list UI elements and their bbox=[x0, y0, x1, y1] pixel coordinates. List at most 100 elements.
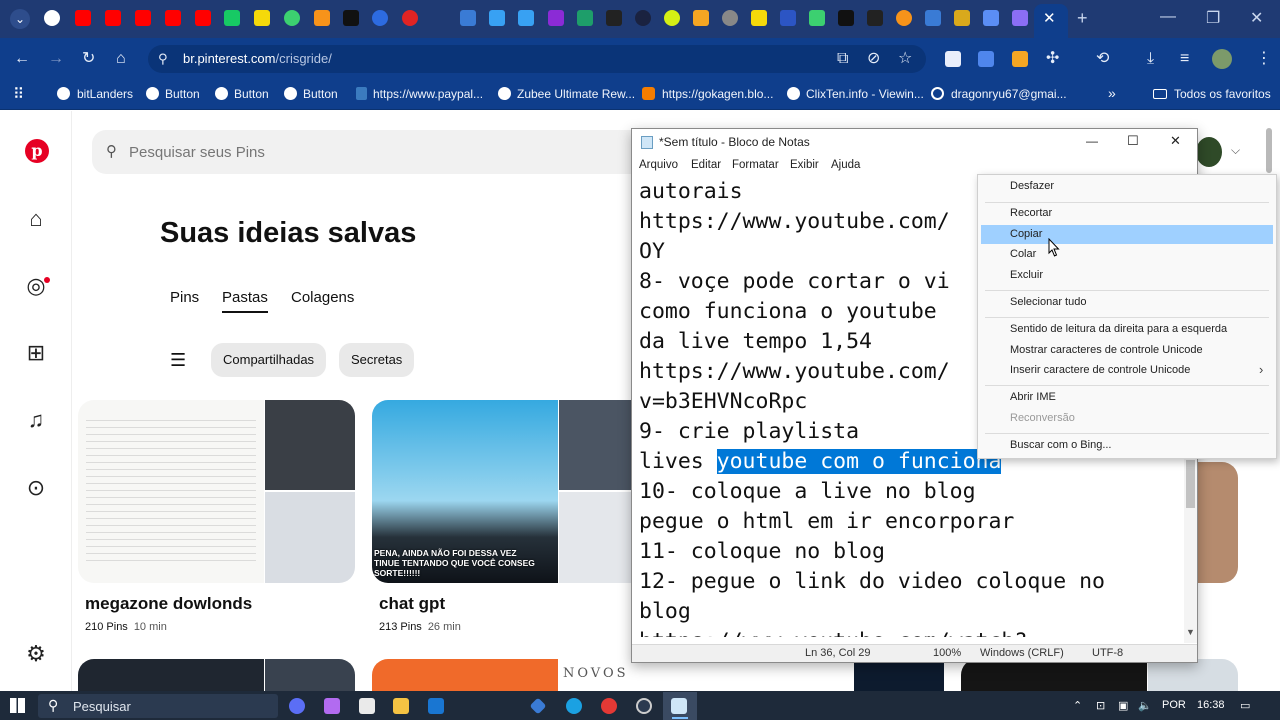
tracking-icon[interactable]: ⊘ bbox=[867, 50, 880, 68]
site-tab-icon[interactable] bbox=[722, 10, 738, 26]
board-title-megazone[interactable]: megazone dowlonds bbox=[85, 594, 252, 614]
board-cover-row2[interactable] bbox=[78, 659, 264, 691]
bookmark-button-1[interactable]: Button bbox=[165, 87, 200, 101]
board-cover-row2[interactable] bbox=[854, 659, 944, 691]
translate-extension-icon[interactable] bbox=[978, 51, 994, 67]
tab-pastas[interactable]: Pastas bbox=[222, 289, 268, 306]
site-tab-icon[interactable] bbox=[518, 10, 534, 26]
chip-compartilhadas[interactable]: Compartilhadas bbox=[211, 343, 327, 377]
pinterest-logo-icon[interactable]: p bbox=[25, 139, 49, 163]
notifications-bell-icon[interactable]: ♫ bbox=[22, 406, 50, 434]
ctx-excluir[interactable]: Excluir bbox=[1010, 269, 1043, 281]
bookmark-gokagen[interactable]: https://gokagen.blo... bbox=[662, 87, 773, 101]
home-icon[interactable]: ⌂ bbox=[116, 50, 126, 68]
site-tab-icon[interactable] bbox=[489, 10, 505, 26]
youtube-tab-icon[interactable] bbox=[75, 10, 91, 26]
download-icon[interactable]: ⤓ bbox=[1147, 50, 1154, 68]
menu-formatar[interactable]: Formatar bbox=[732, 159, 779, 171]
back-icon[interactable]: ← bbox=[14, 50, 30, 68]
all-favorites-folder[interactable]: Todos os favoritos bbox=[1174, 87, 1271, 101]
site-tab-icon[interactable] bbox=[780, 10, 796, 26]
site-tab-icon[interactable] bbox=[867, 10, 883, 26]
taskbar-app-icon[interactable] bbox=[359, 698, 375, 714]
ctx-buscar-bing[interactable]: Buscar com o Bing... bbox=[1010, 439, 1112, 451]
arrow-tab-icon[interactable] bbox=[314, 10, 330, 26]
ctx-rtl-reading[interactable]: Sentido de leitura da direita para a esq… bbox=[1010, 323, 1227, 335]
bitcoin-tab-icon[interactable] bbox=[896, 10, 912, 26]
menu-exibir[interactable]: Exibir bbox=[790, 159, 819, 171]
chrome-tab-icon[interactable] bbox=[44, 10, 60, 26]
site-tab-icon[interactable] bbox=[548, 10, 564, 26]
site-tab-icon[interactable] bbox=[809, 10, 825, 26]
more-menu-icon[interactable]: ⋮ bbox=[1256, 50, 1272, 68]
chip-secretas[interactable]: Secretas bbox=[339, 343, 415, 377]
ctx-insert-unicode-control[interactable]: Inserir caractere de controle Unicode bbox=[1010, 364, 1190, 376]
youtube-tab-icon[interactable] bbox=[135, 10, 151, 26]
tray-volume-icon[interactable]: 🔈 bbox=[1138, 699, 1152, 712]
menu-ajuda[interactable]: Ajuda bbox=[831, 159, 860, 171]
ctx-abrir-ime[interactable]: Abrir IME bbox=[1010, 391, 1056, 403]
play-tab-icon[interactable] bbox=[224, 10, 240, 26]
ctx-selecionar-tudo[interactable]: Selecionar tudo bbox=[1010, 296, 1086, 308]
bookmark-star-icon[interactable]: ☆ bbox=[898, 50, 912, 68]
page-scrollbar[interactable] bbox=[1266, 128, 1272, 173]
tab-colagens[interactable]: Colagens bbox=[291, 289, 354, 306]
tray-clock[interactable]: 16:38 bbox=[1197, 699, 1225, 711]
bookmark-button-2[interactable]: Button bbox=[234, 87, 269, 101]
url-text[interactable]: br.pinterest.com/crisgride/ bbox=[183, 51, 332, 66]
reload-icon[interactable]: ↻ bbox=[82, 50, 95, 68]
profile-avatar[interactable] bbox=[1212, 49, 1232, 69]
red-tab-icon[interactable] bbox=[402, 10, 418, 26]
user-avatar[interactable] bbox=[1196, 137, 1222, 167]
minimize-window-icon[interactable]: — bbox=[1160, 8, 1176, 26]
tray-chevron-up-icon[interactable]: ⌃ bbox=[1073, 699, 1082, 712]
install-app-icon[interactable]: ⧉ bbox=[837, 50, 848, 68]
tab-pins[interactable]: Pins bbox=[170, 289, 199, 306]
site-tab-icon[interactable] bbox=[635, 10, 651, 26]
bookmark-clixten[interactable]: ClixTen.info - Viewin... bbox=[806, 87, 924, 101]
history-icon[interactable]: ⟲ bbox=[1096, 50, 1109, 68]
reading-list-icon[interactable]: ≡ bbox=[1180, 50, 1189, 68]
messages-icon[interactable]: ⊙ bbox=[22, 474, 50, 502]
menu-editar[interactable]: Editar bbox=[691, 159, 721, 171]
site-tab-icon[interactable] bbox=[693, 10, 709, 26]
forward-icon[interactable]: → bbox=[48, 50, 64, 68]
taskbar-chrome-icon[interactable] bbox=[601, 698, 617, 714]
notepad-close-icon[interactable]: ✕ bbox=[1170, 133, 1181, 149]
shield-tab-icon[interactable] bbox=[954, 10, 970, 26]
tab-list-icon[interactable]: ⌄ bbox=[10, 9, 30, 29]
scroll-down-icon[interactable]: ▼ bbox=[1186, 627, 1195, 637]
taskbar-app-icon[interactable] bbox=[324, 698, 340, 714]
taskbar-explorer-icon[interactable] bbox=[393, 698, 409, 714]
taskbar-edge-icon[interactable] bbox=[566, 698, 582, 714]
site-tab-icon[interactable] bbox=[664, 10, 680, 26]
close-tab-icon[interactable]: ✕ bbox=[1043, 9, 1056, 27]
create-plus-icon[interactable]: ⊞ bbox=[22, 339, 50, 367]
youtube-tab-icon[interactable] bbox=[105, 10, 121, 26]
ctx-recortar[interactable]: Recortar bbox=[1010, 207, 1052, 219]
board-cover-row2[interactable] bbox=[961, 659, 1147, 691]
tray-app-icon[interactable]: ▣ bbox=[1118, 699, 1128, 712]
bookmark-button-3[interactable]: Button bbox=[303, 87, 338, 101]
bookmark-bitlanders[interactable]: bitLanders bbox=[77, 87, 133, 101]
scroll-thumb[interactable] bbox=[1186, 460, 1195, 508]
filter-sliders-icon[interactable]: ☰ bbox=[170, 350, 186, 371]
youtube-tab-icon[interactable] bbox=[165, 10, 181, 26]
heart-tab-icon[interactable] bbox=[1012, 10, 1028, 26]
board-title-chatgpt[interactable]: chat gpt bbox=[379, 594, 445, 614]
board-cover-row2[interactable] bbox=[265, 659, 355, 691]
extensions-puzzle-icon[interactable]: ✣ bbox=[1046, 50, 1059, 68]
bookmark-zubee[interactable]: Zubee Ultimate Rew... bbox=[517, 87, 635, 101]
board-cover-megazone[interactable] bbox=[78, 400, 355, 583]
tray-notifications-icon[interactable]: ▭ bbox=[1240, 699, 1250, 712]
board-cover-row2[interactable] bbox=[1148, 659, 1238, 691]
close-window-icon[interactable]: ✕ bbox=[1250, 8, 1263, 28]
site-tab-icon[interactable] bbox=[751, 10, 767, 26]
extension-icon[interactable] bbox=[945, 51, 961, 67]
board-cover-chatgpt[interactable]: PENA, AINDA NÃO FOI DESSA VEZ TINUE TENT… bbox=[372, 400, 632, 583]
apps-grid-icon[interactable]: ⠿ bbox=[13, 85, 24, 103]
menu-arquivo[interactable]: Arquivo bbox=[639, 159, 678, 171]
heart-tab-icon[interactable] bbox=[983, 10, 999, 26]
settings-gear-icon[interactable]: ⚙ bbox=[22, 640, 50, 668]
play-tab-icon[interactable] bbox=[284, 10, 300, 26]
